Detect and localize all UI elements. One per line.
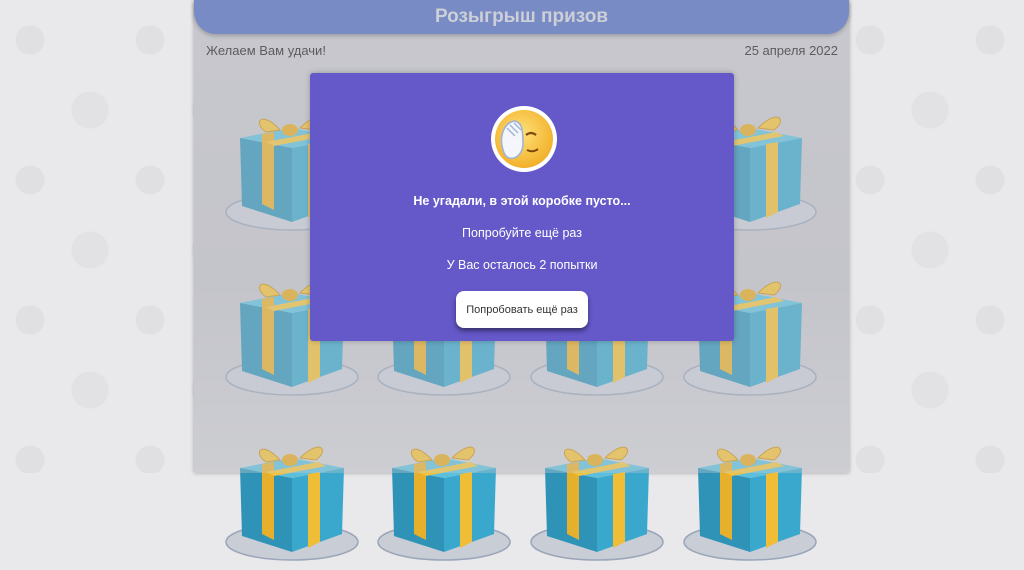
result-modal: Не угадали, в этой коробке пусто... Попр… bbox=[310, 73, 734, 341]
facepalm-emoji-icon bbox=[491, 106, 557, 172]
modal-try-again-text: Попробуйте ещё раз bbox=[462, 226, 582, 240]
modal-attempts-text: У Вас осталось 2 попытки bbox=[446, 258, 598, 272]
modal-title: Не угадали, в этой коробке пусто... bbox=[413, 194, 631, 208]
retry-button[interactable]: Попробовать ещё раз bbox=[456, 291, 588, 328]
